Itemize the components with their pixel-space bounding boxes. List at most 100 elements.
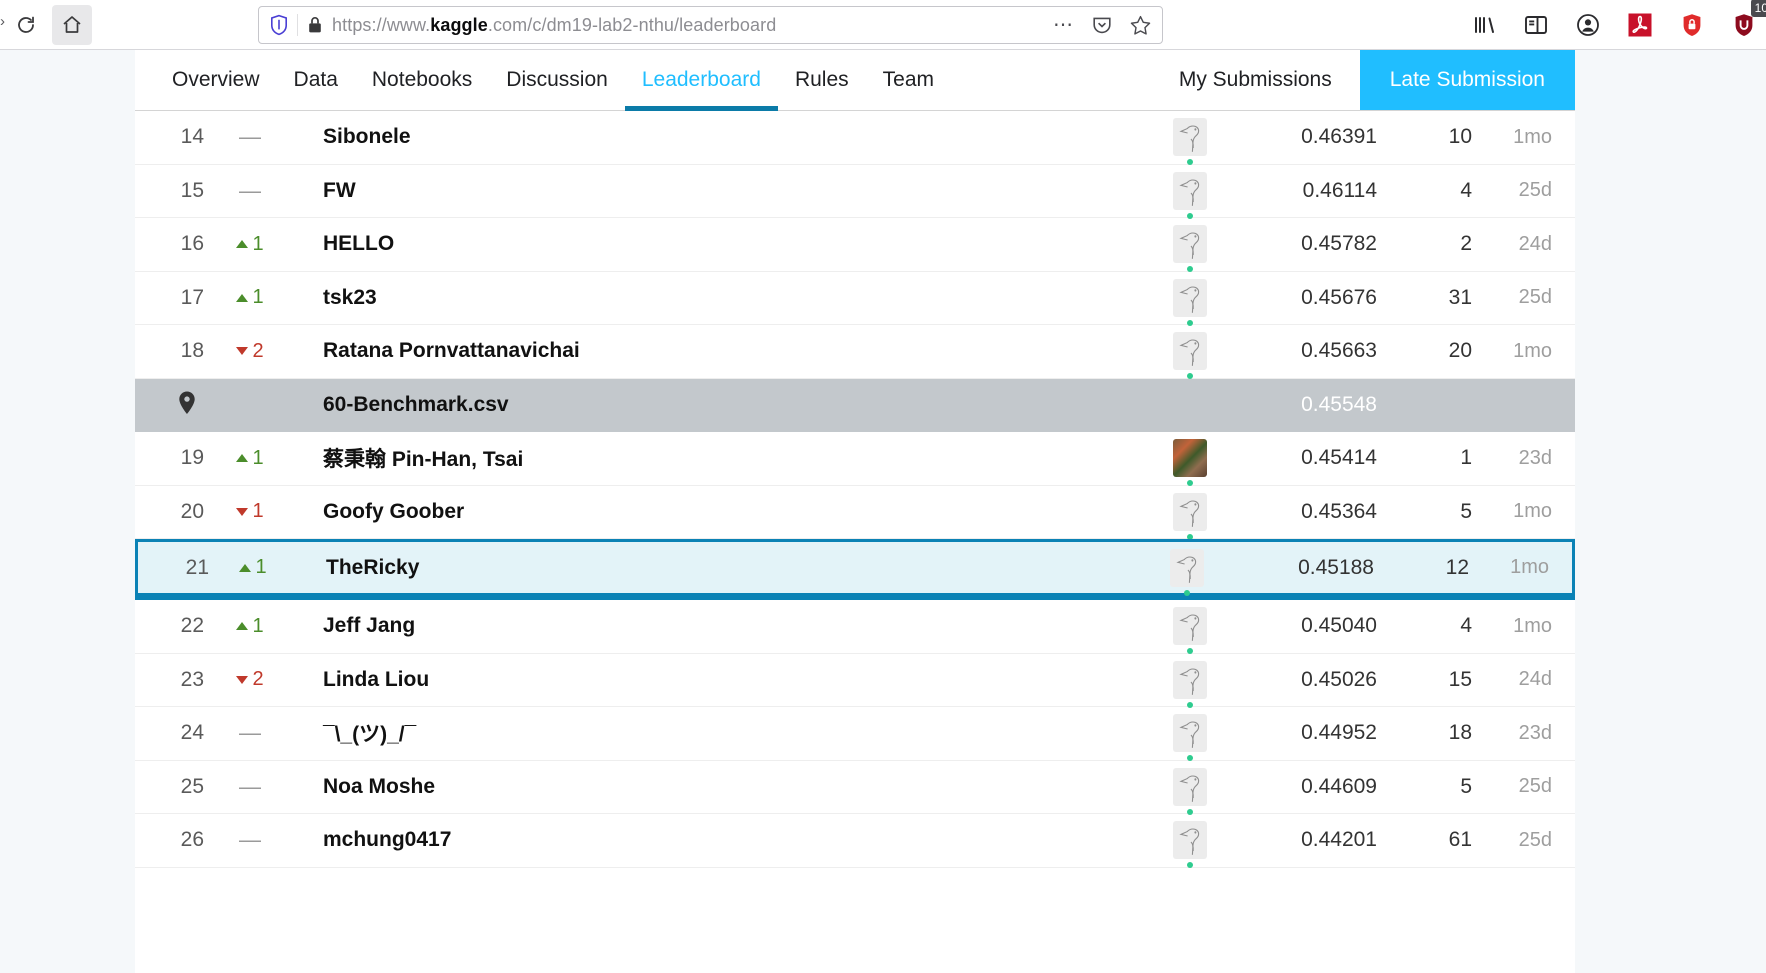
table-row[interactable]: 22 1 Jeff Jang 0.45040 4 1mo: [135, 600, 1575, 655]
tab-leaderboard[interactable]: Leaderboard: [624, 50, 779, 111]
tab-team[interactable]: Team: [866, 50, 951, 110]
late-submission-button[interactable]: Late Submission: [1359, 50, 1575, 110]
browser-nav-buttons: [0, 4, 92, 45]
star-icon[interactable]: [1129, 14, 1152, 37]
row-rank: 25: [180, 774, 204, 798]
arrow-up-icon: [239, 563, 252, 572]
avatar: [1173, 225, 1207, 264]
row-entries: 15: [1448, 667, 1472, 691]
library-icon[interactable]: [1470, 11, 1498, 39]
row-rank: 17: [180, 285, 204, 309]
row-last-submission-time: 1mo: [1513, 125, 1552, 148]
avatar: [1173, 821, 1207, 860]
table-row[interactable]: 25 — Noa Moshe 0.44609 5 25d: [135, 761, 1575, 815]
adobe-acrobat-icon[interactable]: [1626, 11, 1654, 39]
row-last-submission-time: 25d: [1518, 286, 1552, 309]
ublock-origin-icon[interactable]: 10: [1730, 0, 1766, 39]
rank-flat-dash: —: [239, 720, 261, 746]
row-rank-change: 2: [210, 340, 290, 363]
browser-toolbar: › https://www.kaggle.com/c/dm19-lab2-nth…: [0, 0, 1766, 50]
row-score: 0.45040: [1301, 614, 1377, 638]
row-avatar-cell: [1140, 332, 1240, 380]
table-row[interactable]: 15 — FW 0.46114 4 25d: [135, 165, 1575, 219]
ellipsis-icon[interactable]: ⋯: [1053, 15, 1075, 35]
table-row[interactable]: 26 — mchung0417 0.44201 61 25d: [135, 814, 1575, 869]
tab-data[interactable]: Data: [277, 50, 355, 110]
tracking-protection-shield-icon[interactable]: [269, 14, 289, 36]
tab-rules[interactable]: Rules: [778, 50, 866, 110]
arrow-up-icon: [236, 240, 249, 249]
row-rank-change: —: [210, 124, 290, 150]
account-icon[interactable]: [1574, 11, 1602, 39]
row-rank-change: 1: [210, 233, 290, 256]
url-bar[interactable]: https://www.kaggle.com/c/dm19-lab2-nthu/…: [258, 6, 1163, 44]
row-rank: 24: [180, 721, 204, 745]
avatar: [1173, 660, 1207, 699]
rank-change-value: 1: [252, 286, 264, 309]
url-text: https://www.kaggle.com/c/dm19-lab2-nthu/…: [332, 15, 1045, 36]
row-avatar-cell: [1140, 714, 1240, 762]
table-row[interactable]: 24 — ¯\_(ツ)_/¯ 0.44952 18 23d: [135, 707, 1575, 762]
table-row[interactable]: 14 — Sibonele 0.46391 10 1mo: [135, 111, 1575, 166]
table-row[interactable]: 18 2 Ratana Pornvattanavichai 0.45663 20…: [135, 325, 1575, 380]
rank-change-value: 2: [252, 339, 264, 362]
row-rank-change: —: [210, 827, 290, 853]
tab-notebooks[interactable]: Notebooks: [355, 50, 489, 110]
online-status-dot: [1187, 862, 1193, 869]
row-score: 0.46391: [1301, 125, 1377, 149]
row-rank-change: 1: [210, 286, 290, 309]
row-entries: 12: [1445, 555, 1469, 579]
table-row[interactable]: 20 1 Goofy Goober 0.45364 5 1mo: [135, 486, 1575, 540]
reload-icon[interactable]: [6, 5, 46, 45]
row-rank: 18: [180, 339, 204, 363]
tab-overview[interactable]: Overview: [155, 50, 277, 110]
row-team-name: Sibonele: [323, 125, 411, 149]
table-row[interactable]: 19 1 蔡秉翰 Pin-Han, Tsai 0.45414 1 23d: [135, 432, 1575, 487]
row-score: 0.44952: [1301, 721, 1377, 745]
row-rank: 15: [180, 178, 204, 202]
row-team-name: HELLO: [323, 232, 395, 256]
home-icon[interactable]: [52, 4, 92, 45]
benchmark-score: 0.45548: [1301, 393, 1377, 417]
tab-label: Discussion: [506, 68, 608, 91]
rank-change-value: 2: [252, 668, 264, 691]
my-submissions-link[interactable]: My Submissions: [1151, 50, 1360, 110]
row-score: 0.45782: [1301, 232, 1377, 256]
avatar: [1173, 439, 1207, 478]
row-entries: 61: [1448, 828, 1472, 852]
current-user-row[interactable]: 21 1 TheRicky 0.45188 12 1mo: [135, 539, 1575, 600]
row-last-submission-time: 24d: [1518, 232, 1552, 255]
sidebar-icon[interactable]: [1522, 11, 1550, 39]
sidebar-collapse-arrow[interactable]: ›: [0, 14, 10, 29]
padlock-icon[interactable]: [306, 15, 324, 35]
row-last-submission-time: 1mo: [1513, 500, 1552, 523]
row-entries: 2: [1460, 232, 1472, 256]
row-score: 0.44609: [1301, 774, 1377, 798]
row-avatar-cell: [1140, 171, 1240, 219]
row-team-name: tsk23: [323, 285, 377, 309]
red-shield-lock-icon[interactable]: [1678, 11, 1706, 39]
tab-label: Team: [882, 68, 935, 91]
tab-discussion[interactable]: Discussion: [489, 50, 625, 110]
row-entries: 5: [1460, 499, 1472, 523]
rank-change-value: 1: [252, 500, 264, 523]
row-team-name: 蔡秉翰 Pin-Han, Tsai: [323, 448, 524, 472]
table-row[interactable]: 16 1 HELLO 0.45782 2 24d: [135, 218, 1575, 273]
arrow-down-icon: [236, 347, 249, 356]
table-row[interactable]: 23 2 Linda Liou 0.45026 15 24d: [135, 654, 1575, 708]
avatar: [1170, 548, 1204, 587]
row-rank: 20: [180, 499, 204, 523]
pocket-icon[interactable]: [1091, 14, 1113, 36]
row-last-submission-time: 25d: [1518, 775, 1552, 798]
row-rank-change: 1: [213, 556, 293, 579]
benchmark-row[interactable]: 60-Benchmark.csv 0.45548: [135, 378, 1575, 432]
row-rank-change: 1: [210, 615, 290, 638]
row-score: 0.45364: [1301, 499, 1377, 523]
row-avatar-cell: [1140, 225, 1240, 273]
row-entries: 20: [1448, 339, 1472, 363]
url-prefix: https://www.: [332, 14, 431, 35]
row-rank-change: 2: [210, 668, 290, 691]
row-avatar-cell: [1140, 118, 1240, 166]
table-row[interactable]: 17 1 tsk23 0.45676 31 25d: [135, 272, 1575, 326]
rank-change-value: 1: [255, 556, 267, 578]
